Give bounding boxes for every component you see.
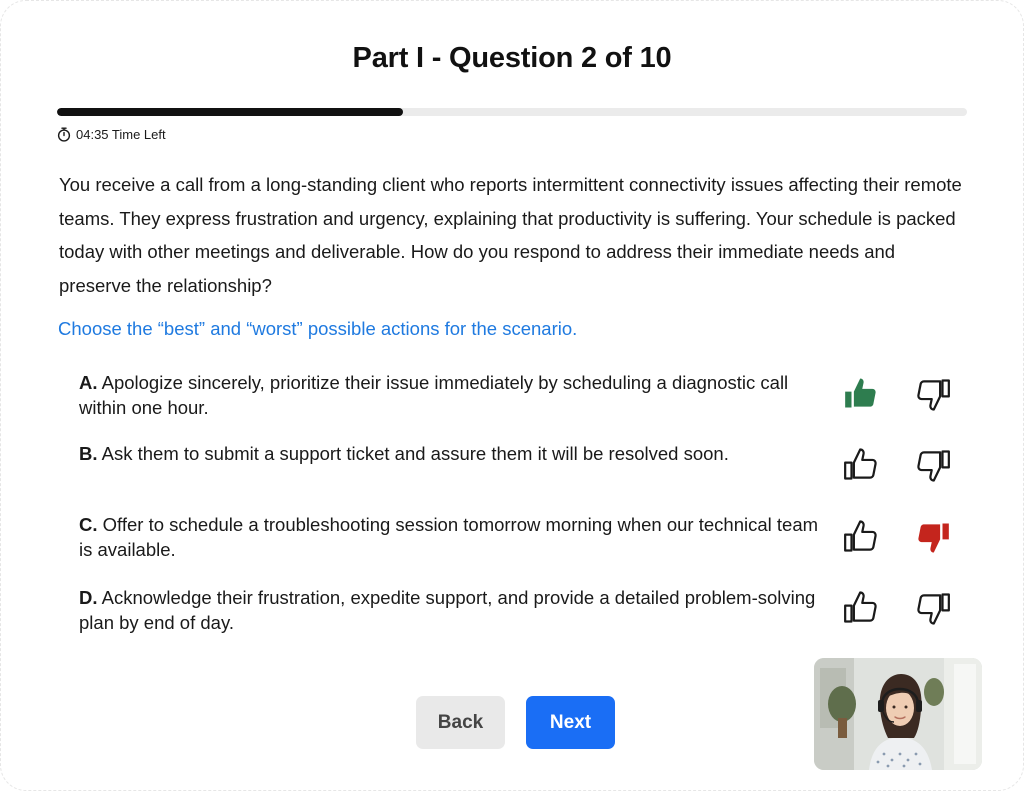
webcam-person-image	[814, 658, 982, 770]
next-button[interactable]: Next	[526, 696, 615, 749]
thumbs-down-icon	[917, 593, 950, 625]
back-button[interactable]: Back	[416, 696, 505, 749]
option-b: B. Ask them to submit a support ticket a…	[79, 441, 819, 466]
option-d: D. Acknowledge their frustration, expedi…	[79, 585, 819, 635]
progress-bar	[57, 108, 967, 116]
thumbs-up-icon	[844, 448, 877, 480]
page-title: Part I - Question 2 of 10	[352, 42, 672, 74]
option-a-best-button[interactable]	[841, 374, 881, 414]
timer-text: 04:35 Time Left	[76, 127, 166, 142]
option-text: Offer to schedule a troubleshooting sess…	[79, 514, 819, 560]
thumbs-up-icon	[845, 378, 876, 408]
option-text: Ask them to submit a support ticket and …	[97, 443, 729, 464]
thumbs-up-icon	[844, 591, 877, 623]
option-b-best-button[interactable]	[841, 445, 881, 485]
thumbs-down-icon	[917, 379, 950, 411]
option-text: Acknowledge their frustration, expedite …	[79, 587, 816, 633]
thumbs-up-icon	[844, 520, 877, 552]
webcam-preview	[814, 658, 982, 770]
option-b-worst-button[interactable]	[913, 445, 953, 485]
thumbs-down-icon	[918, 523, 949, 553]
option-letter: D.	[79, 587, 98, 608]
instruction-text: Choose the “best” and “worst” possible a…	[58, 318, 578, 339]
option-letter: B.	[79, 443, 98, 464]
option-a: A. Apologize sincerely, prioritize their…	[79, 370, 819, 420]
option-a-worst-button[interactable]	[913, 374, 953, 414]
question-text: You receive a call from a long-standing …	[59, 174, 962, 296]
option-c-best-button[interactable]	[841, 517, 881, 557]
progress-bar-fill	[57, 108, 403, 116]
option-c: C. Offer to schedule a troubleshooting s…	[79, 512, 819, 562]
option-d-best-button[interactable]	[841, 588, 881, 628]
timer: 04:35 Time Left	[57, 127, 166, 142]
option-c-worst-button[interactable]	[913, 517, 953, 557]
stopwatch-icon	[57, 127, 71, 142]
option-letter: C.	[79, 514, 98, 535]
option-d-worst-button[interactable]	[913, 588, 953, 628]
option-letter: A.	[79, 372, 98, 393]
thumbs-down-icon	[917, 450, 950, 482]
option-text: Apologize sincerely, prioritize their is…	[79, 372, 789, 418]
